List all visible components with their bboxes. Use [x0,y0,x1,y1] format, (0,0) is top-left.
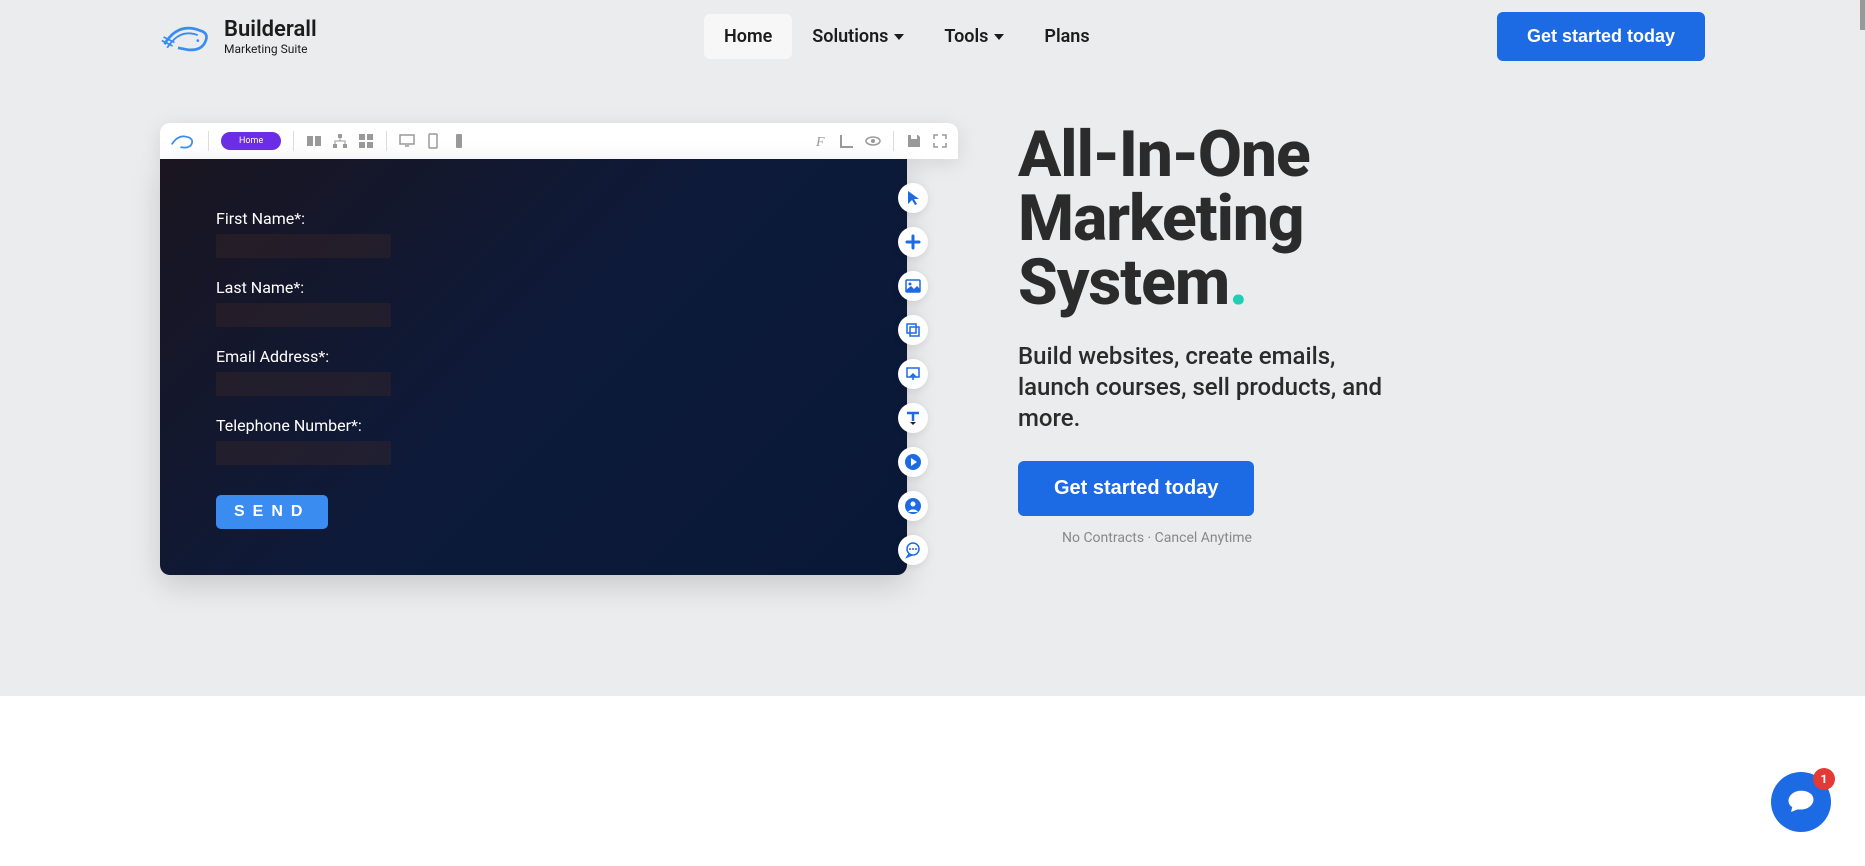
editor-side-tools [898,183,928,565]
save-icon[interactable] [906,133,922,149]
brand-logo[interactable]: Builderall Marketing Suite [160,17,317,57]
text-tool[interactable] [898,403,928,433]
editor-preview: Home F [160,123,958,575]
copy-tool[interactable] [898,315,928,345]
play-tool[interactable] [898,447,928,477]
chat-badge: 1 [1813,768,1835,790]
layout-icon[interactable] [306,133,322,149]
brand-logo-icon [160,17,214,57]
editor-logo-icon [170,131,196,151]
fullscreen-icon[interactable] [932,133,948,149]
toolbar-separator [893,131,894,151]
hero-cta-button[interactable]: Get started today [1018,461,1254,516]
upload-tool[interactable] [898,359,928,389]
nav-solutions[interactable]: Solutions [792,14,924,59]
main-nav: Home Solutions Tools Plans [704,14,1110,59]
first-name-input[interactable] [216,234,391,258]
nav-tools[interactable]: Tools [924,14,1024,59]
grid-icon[interactable] [358,133,374,149]
chat-widget[interactable]: 1 [1771,772,1831,832]
phone-input[interactable] [216,441,391,465]
nav-home[interactable]: Home [704,14,792,59]
toolbar-separator [386,131,387,151]
brand-name: Builderall [224,17,317,42]
header-cta-button[interactable]: Get started today [1497,12,1705,61]
svg-text:F: F [815,135,825,149]
form-label-first-name: First Name*: [216,209,907,228]
last-name-input[interactable] [216,303,391,327]
brand-tagline: Marketing Suite [224,42,317,56]
email-input[interactable] [216,372,391,396]
chat-icon [1786,787,1816,817]
send-button[interactable]: SEND [216,495,328,529]
chevron-down-icon [994,34,1004,40]
nav-plans[interactable]: Plans [1024,14,1109,59]
hero-subtitle: Build websites, create emails, launch co… [1018,341,1398,435]
bottom-strip [0,696,1865,866]
preview-icon[interactable] [865,133,881,149]
form-label-email: Email Address*: [216,347,907,366]
form-label-phone: Telephone Number*: [216,416,907,435]
editor-toolbar: Home F [160,123,958,159]
add-tool[interactable] [898,227,928,257]
align-icon[interactable] [839,133,855,149]
tree-icon[interactable] [332,133,348,149]
cursor-tool[interactable] [898,183,928,213]
form-label-last-name: Last Name*: [216,278,907,297]
editor-canvas: First Name*: Last Name*: Email Address*:… [160,159,907,575]
mobile-icon[interactable] [451,133,467,149]
desktop-icon[interactable] [399,133,415,149]
image-tool[interactable] [898,271,928,301]
font-icon[interactable]: F [813,133,829,149]
editor-page-pill[interactable]: Home [221,132,281,150]
hero-title-dot: . [1229,245,1247,320]
toolbar-separator [208,131,209,151]
toolbar-separator [293,131,294,151]
hero-note: No Contracts · Cancel Anytime [1062,530,1398,546]
chevron-down-icon [894,34,904,40]
user-tool[interactable] [898,491,928,521]
tablet-icon[interactable] [425,133,441,149]
hero-title: All-In-One Marketing System. [1018,123,1398,315]
chat-tool[interactable] [898,535,928,565]
scrollbar[interactable] [1860,0,1865,30]
